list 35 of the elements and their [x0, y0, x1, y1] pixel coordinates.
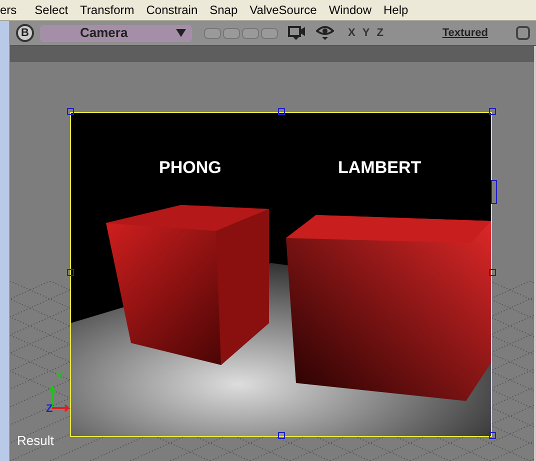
scene-label: LAMBERT: [338, 157, 422, 179]
menu-item[interactable]: Select: [28, 1, 74, 19]
menu-item[interactable]: Transform: [74, 1, 140, 19]
region-handle[interactable]: [489, 269, 496, 276]
region-handle[interactable]: [67, 269, 74, 276]
axis-toggle[interactable]: Z: [376, 24, 384, 42]
camera-dropdown[interactable]: Camera: [40, 24, 192, 42]
display-mode-dropdown[interactable]: Textured: [442, 24, 488, 42]
region-handle[interactable]: [278, 432, 285, 439]
menu-item[interactable]: Window: [322, 1, 378, 19]
region-handle[interactable]: [491, 180, 497, 204]
viewport-caption: Result: [17, 432, 54, 450]
menu-item[interactable]: ValveSource: [244, 1, 323, 19]
gizmo-axis-label: Y: [56, 372, 64, 383]
menu-item[interactable]: Help: [378, 1, 414, 19]
layout-toggle[interactable]: [261, 28, 278, 38]
region-handle[interactable]: [489, 108, 496, 115]
layout-toggle[interactable]: [204, 28, 221, 38]
camera-icon[interactable]: [288, 26, 306, 40]
gizmo-axis-label: Z: [46, 404, 53, 415]
region-handle[interactable]: [67, 108, 74, 115]
menu-item[interactable]: Snap: [204, 1, 244, 19]
region-handle[interactable]: [278, 108, 285, 115]
axis-toggle[interactable]: Y: [362, 24, 370, 42]
maximize-icon[interactable]: [516, 26, 530, 40]
eye-icon[interactable]: [316, 26, 334, 40]
view-button[interactable]: B: [16, 24, 34, 42]
caret-icon: [176, 29, 186, 37]
menu-item[interactable]: Constrain: [140, 1, 204, 19]
menu-item[interactable]: ers: [0, 1, 29, 19]
layout-toggle[interactable]: [223, 28, 240, 38]
region-handle[interactable]: [489, 432, 496, 439]
scene-label: PHONG: [159, 157, 222, 179]
layout-toggle[interactable]: [242, 28, 259, 38]
axis-toggle[interactable]: X: [348, 24, 356, 42]
